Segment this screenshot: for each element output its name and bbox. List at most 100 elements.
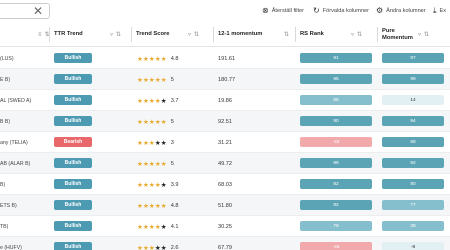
- pure-momentum-pill: 92: [382, 158, 444, 168]
- sort-icon[interactable]: ⇅: [357, 31, 362, 38]
- filter-icon[interactable]: ▿: [351, 31, 354, 38]
- trend-score-rating: ★ ★ ★ ★ ★ 5: [137, 69, 174, 90]
- table-row[interactable]: TB) Bullish ★ ★ ★ ★ ★ 4.1 30.25 76 38: [0, 216, 450, 237]
- table-header: ≡ ⇅ TTR Trend ▿ ⇅ Trend Score ▿ ⇅ 12-1 m…: [0, 22, 450, 47]
- rs-rank-pill: 76: [300, 221, 372, 231]
- trend-score-rating: ★ ★ ★ ★ ★ 4.1: [137, 216, 178, 237]
- star-icon: ★: [160, 139, 167, 147]
- trend-badge: Bullish: [54, 116, 92, 126]
- table-row[interactable]: AL (SWED A) Bullish ★ ★ ★ ★ ★ 3.7 19.86 65 14: [0, 90, 450, 111]
- rs-rank-pill: -46: [300, 137, 372, 147]
- search-input[interactable]: ✕: [0, 3, 50, 19]
- name-column-controls[interactable]: ≡ ⇅: [38, 22, 50, 47]
- trend-score-rating: ★ ★ ★ ★ ★ 5: [137, 111, 174, 132]
- filter-off-icon: ⊗: [262, 6, 269, 15]
- column-divider[interactable]: [49, 27, 50, 42]
- momentum-value: 68.03: [218, 181, 232, 188]
- sort-icon[interactable]: ⇅: [194, 31, 199, 38]
- column-label: TTR Trend: [54, 31, 83, 37]
- table-row[interactable]: B) Bullish ★ ★ ★ ★ ★ 3.9 68.03 82 80: [0, 174, 450, 195]
- column-label: Trend Score: [136, 31, 170, 37]
- column-divider[interactable]: [295, 27, 296, 42]
- stock-name[interactable]: E B): [0, 69, 10, 90]
- stock-name[interactable]: (LUS): [0, 48, 14, 69]
- rs-rank-pill: 82: [300, 200, 372, 210]
- momentum-value: 49.72: [218, 160, 232, 167]
- stock-name[interactable]: ETS B): [0, 195, 17, 216]
- menu-icon[interactable]: ≡: [38, 32, 42, 38]
- ttr-trend-controls[interactable]: ▿ ⇅: [110, 22, 121, 47]
- momentum-value: 30.25: [218, 223, 232, 230]
- column-label-line-1: Pure: [382, 27, 395, 34]
- trend-score-rating: ★ ★ ★ ★ ★ 4.8: [137, 48, 178, 69]
- trend-badge: Bullish: [54, 74, 92, 84]
- star-icon: ★: [160, 118, 167, 126]
- momentum-value: 19.86: [218, 97, 232, 104]
- trend-score-rating: ★ ★ ★ ★ ★ 5: [137, 153, 174, 174]
- close-icon[interactable]: ✕: [33, 4, 43, 18]
- trend-badge: Bullish: [54, 200, 92, 210]
- table-row[interactable]: (LUS) Bullish ★ ★ ★ ★ ★ 4.8 191.61 91 97: [0, 48, 450, 69]
- stock-name[interactable]: B B): [0, 111, 10, 132]
- download-icon: ⤓: [433, 6, 437, 15]
- column-divider[interactable]: [377, 27, 378, 42]
- pure-momentum-pill: 77: [382, 200, 444, 210]
- filter-icon[interactable]: ▿: [188, 31, 191, 38]
- column-label-line-2: Momentum: [382, 34, 413, 41]
- column-divider[interactable]: [131, 27, 132, 42]
- sort-icon[interactable]: ⇅: [284, 31, 289, 38]
- stock-name[interactable]: TB): [0, 216, 8, 237]
- trend-badge: Bullish: [54, 242, 92, 250]
- column-header-trend-score[interactable]: Trend Score: [136, 22, 170, 47]
- pure-momentum-pill: 14: [382, 95, 444, 105]
- filter-icon[interactable]: ▿: [110, 31, 113, 38]
- trend-score-controls[interactable]: ▿ ⇅: [188, 22, 199, 47]
- table-row[interactable]: E B) Bullish ★ ★ ★ ★ ★ 5 180.77 95 99: [0, 69, 450, 90]
- table-row[interactable]: any (TELIA) Bearish ★ ★ ★ ★ ★ 3 31.21 -46 68: [0, 132, 450, 153]
- pure-momentum-pill: 94: [382, 116, 444, 126]
- momentum-value: 67.79: [218, 244, 232, 250]
- change-columns-label: Ändra kolumner: [386, 8, 426, 14]
- rs-rank-pill: 90: [300, 116, 372, 126]
- column-header-ttr-trend[interactable]: TTR Trend: [54, 22, 83, 47]
- export-button[interactable]: ⤓ Ex: [433, 5, 446, 17]
- stock-name[interactable]: any (TELIA): [0, 132, 28, 153]
- table-row[interactable]: B B) Bullish ★ ★ ★ ★ ★ 5 92.51 90 94: [0, 111, 450, 132]
- sort-icon[interactable]: ⇅: [424, 31, 429, 38]
- filter-icon[interactable]: ▿: [418, 31, 421, 38]
- trend-score-value: 4.8: [170, 55, 179, 62]
- star-icon: ★: [160, 223, 167, 231]
- table-row[interactable]: AB (ALAR B) Bullish ★ ★ ★ ★ ★ 5 49.72 89 92: [0, 153, 450, 174]
- trend-score-value: 3.7: [170, 97, 179, 104]
- stock-name[interactable]: AB (ALAR B): [0, 153, 30, 174]
- reset-filter-button[interactable]: ⊗ Återställ filter: [262, 5, 304, 17]
- star-icon: ★: [160, 160, 167, 168]
- column-header-rs-rank[interactable]: RS Rank: [300, 22, 324, 47]
- table-row[interactable]: e (HUFV) Bullish ★ ★ ★ ★ ★ 2.6 67.79 -46 -8: [0, 237, 450, 250]
- momentum-value: 51.80: [218, 202, 232, 209]
- column-label: 12-1 momentum: [218, 31, 263, 37]
- trend-score-value: 3.9: [170, 181, 179, 188]
- momentum-controls[interactable]: ⇅: [284, 22, 289, 47]
- change-columns-button[interactable]: ⚙ Ändra kolumner: [376, 5, 426, 17]
- star-icon: ★: [160, 76, 167, 84]
- stock-name[interactable]: e (HUFV): [0, 237, 22, 250]
- gear-icon: ⚙: [376, 6, 384, 15]
- default-columns-button[interactable]: ↻ Förvalda kolumner: [313, 5, 369, 17]
- column-header-pure-momentum[interactable]: Pure Momentum: [382, 22, 413, 47]
- trend-score-value: 2.6: [170, 244, 179, 250]
- stock-name[interactable]: B): [0, 174, 5, 195]
- table-row[interactable]: ETS B) Bullish ★ ★ ★ ★ ★ 4.8 51.80 82 77: [0, 195, 450, 216]
- pure-momentum-controls[interactable]: ▿ ⇅: [418, 22, 429, 47]
- trend-score-value: 5: [170, 160, 174, 167]
- reset-filter-label: Återställ filter: [271, 8, 305, 14]
- star-icon: ★: [160, 55, 167, 63]
- stock-name[interactable]: AL (SWED A): [0, 90, 31, 111]
- star-icon: ★: [160, 244, 167, 250]
- toolbar: ✕ ⊗ Återställ filter ↻ Förvalda kolumner…: [0, 0, 450, 22]
- column-header-momentum[interactable]: 12-1 momentum: [218, 22, 262, 47]
- trend-score-rating: ★ ★ ★ ★ ★ 3: [137, 132, 174, 153]
- sort-icon[interactable]: ⇅: [116, 31, 121, 38]
- column-divider[interactable]: [213, 27, 214, 42]
- rs-rank-controls[interactable]: ▿ ⇅: [351, 22, 362, 47]
